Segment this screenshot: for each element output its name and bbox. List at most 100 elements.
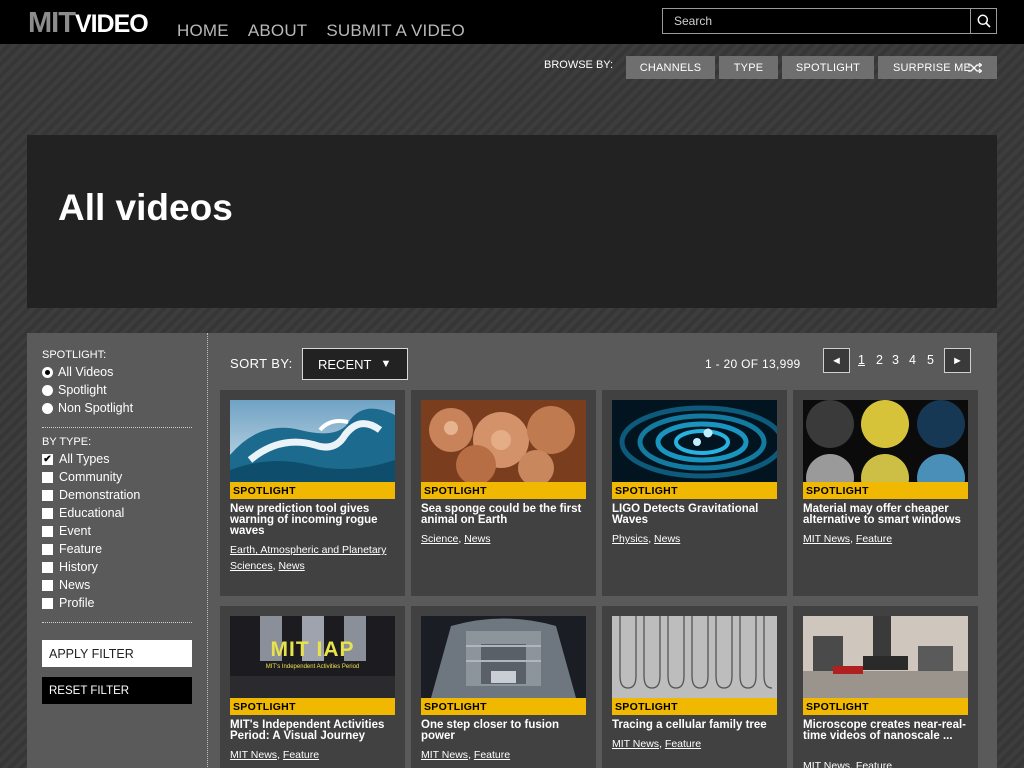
video-tags: Earth, Atmospheric and Planetary Science…	[230, 544, 387, 572]
page-2-link[interactable]: 2	[876, 353, 883, 367]
checkbox-icon[interactable]	[42, 561, 53, 573]
tag-link[interactable]: Feature	[474, 749, 510, 761]
checkbox-icon[interactable]	[42, 471, 53, 483]
browse-surprise-me-button[interactable]: SURPRISE ME	[878, 56, 997, 79]
tag-link[interactable]: Feature	[856, 533, 892, 545]
spotlight-option-spotlight[interactable]: Spotlight	[42, 382, 107, 398]
search-button[interactable]	[970, 9, 996, 33]
tag-link[interactable]: Feature	[283, 749, 319, 761]
video-thumbnail-microscope[interactable]	[803, 616, 968, 698]
video-title[interactable]: MIT's Independent Activities Period: A V…	[230, 719, 398, 742]
tag-link[interactable]: MIT News	[803, 760, 850, 768]
video-card[interactable]: SPOTLIGHT One step closer to fusion powe…	[411, 606, 596, 768]
nav-about[interactable]: ABOUT	[248, 21, 308, 41]
type-option-demonstration[interactable]: Demonstration	[42, 487, 140, 503]
reset-filter-button[interactable]: RESET FILTER	[42, 677, 192, 704]
video-thumbnail-rogue-wave[interactable]	[230, 400, 395, 482]
checkbox-checked-icon[interactable]: ✔	[42, 453, 53, 465]
type-option-educational[interactable]: Educational	[42, 505, 124, 521]
logo-mit-text: MIT	[28, 7, 76, 39]
tag-link[interactable]: Physics	[612, 533, 648, 545]
radio-icon[interactable]	[42, 384, 53, 396]
type-option-profile[interactable]: Profile	[42, 595, 94, 611]
checkbox-icon[interactable]	[42, 507, 53, 519]
option-label: History	[59, 560, 98, 574]
video-title[interactable]: LIGO Detects Gravitational Waves	[612, 503, 780, 526]
tag-link[interactable]: Earth, Atmospheric and Planetary Science…	[230, 544, 386, 572]
tag-link[interactable]: MIT News	[421, 749, 468, 761]
video-title[interactable]: Microscope creates near-real-time videos…	[803, 719, 971, 742]
video-card[interactable]: SPOTLIGHT Microscope creates near-real-t…	[793, 606, 978, 768]
checkbox-icon[interactable]	[42, 543, 53, 555]
video-tags: MIT News, Feature	[230, 749, 320, 761]
next-page-button[interactable]: ►	[944, 348, 971, 373]
option-label: All Videos	[58, 365, 114, 379]
video-tags: Science, News	[421, 533, 491, 545]
video-thumbnail-sea-sponge[interactable]	[421, 400, 586, 482]
search-box	[662, 8, 997, 34]
nav-submit-video[interactable]: SUBMIT A VIDEO	[326, 21, 465, 41]
checkbox-icon[interactable]	[42, 579, 53, 591]
video-card[interactable]: SPOTLIGHT LIGO Detects Gravitational Wav…	[602, 390, 787, 596]
video-thumbnail-fusion[interactable]	[421, 616, 586, 698]
spotlight-badge: SPOTLIGHT	[230, 482, 395, 499]
type-option-history[interactable]: History	[42, 559, 98, 575]
prev-page-button[interactable]: ◄	[823, 348, 850, 373]
video-card[interactable]: SPOTLIGHT Material may offer cheaper alt…	[793, 390, 978, 596]
apply-filter-button[interactable]: APPLY FILTER	[42, 640, 192, 667]
main-nav: HOME ABOUT SUBMIT A VIDEO	[177, 21, 484, 41]
page-1-link[interactable]: 1	[858, 353, 865, 367]
video-thumbnail-mit-iap[interactable]: MIT IAP MIT's Independent Activities Per…	[230, 616, 395, 698]
video-thumbnail-cellular-tree[interactable]	[612, 616, 777, 698]
browse-type-button[interactable]: TYPE	[719, 56, 778, 79]
page-4-link[interactable]: 4	[909, 353, 916, 367]
sort-dropdown[interactable]: RECENT ▼	[302, 348, 408, 380]
video-card[interactable]: SPOTLIGHT New prediction tool gives warn…	[220, 390, 405, 596]
tag-link[interactable]: Science	[421, 533, 458, 545]
checkbox-icon[interactable]	[42, 597, 53, 609]
video-title[interactable]: Sea sponge could be the first animal on …	[421, 503, 589, 526]
spotlight-option-non-spotlight[interactable]: Non Spotlight	[42, 400, 133, 416]
spotlight-badge: SPOTLIGHT	[803, 698, 968, 715]
video-title[interactable]: New prediction tool gives warning of inc…	[230, 503, 398, 537]
video-card[interactable]: SPOTLIGHT Tracing a cellular family tree…	[602, 606, 787, 768]
video-card[interactable]: MIT IAP MIT's Independent Activities Per…	[220, 606, 405, 768]
video-thumbnail-smart-windows[interactable]	[803, 400, 968, 482]
tag-link[interactable]: Feature	[856, 760, 892, 768]
radio-icon[interactable]	[42, 402, 53, 414]
video-title[interactable]: Material may offer cheaper alternative t…	[803, 503, 971, 526]
browse-spotlight-button[interactable]: SPOTLIGHT	[782, 56, 874, 79]
page-3-link[interactable]: 3	[892, 353, 899, 367]
tag-link[interactable]: MIT News	[230, 749, 277, 761]
tag-link[interactable]: MIT News	[612, 738, 659, 750]
option-label: News	[59, 578, 91, 592]
tag-link[interactable]: News	[464, 533, 490, 545]
tag-link[interactable]: MIT News	[803, 533, 850, 545]
spotlight-badge: SPOTLIGHT	[421, 482, 586, 499]
video-title[interactable]: Tracing a cellular family tree	[612, 719, 780, 731]
tag-link[interactable]: News	[278, 560, 304, 572]
tag-link[interactable]: News	[654, 533, 680, 545]
mit-video-logo[interactable]: MITVIDEO	[28, 7, 149, 39]
type-option-news[interactable]: News	[42, 577, 90, 593]
type-option-event[interactable]: Event	[42, 523, 91, 539]
checkbox-icon[interactable]	[42, 525, 53, 537]
video-thumbnail-ligo[interactable]	[612, 400, 777, 482]
video-tags: MIT News, Feature	[803, 758, 973, 768]
browse-channels-button[interactable]: CHANNELS	[626, 56, 715, 79]
spotlight-option-all[interactable]: All Videos	[42, 364, 113, 380]
type-filter-title: BY TYPE:	[42, 436, 92, 448]
page-5-link[interactable]: 5	[927, 353, 934, 367]
tag-link[interactable]: Feature	[665, 738, 701, 750]
radio-selected-icon[interactable]	[42, 366, 53, 378]
type-option-community[interactable]: Community	[42, 469, 122, 485]
type-option-feature[interactable]: Feature	[42, 541, 102, 557]
nav-home[interactable]: HOME	[177, 21, 229, 41]
option-label: Educational	[59, 506, 125, 520]
video-card[interactable]: SPOTLIGHT Sea sponge could be the first …	[411, 390, 596, 596]
search-input[interactable]	[663, 9, 971, 33]
checkbox-icon[interactable]	[42, 489, 53, 501]
type-option-all[interactable]: ✔ All Types	[42, 451, 110, 467]
video-title[interactable]: One step closer to fusion power	[421, 719, 589, 742]
option-label: Profile	[59, 596, 95, 610]
